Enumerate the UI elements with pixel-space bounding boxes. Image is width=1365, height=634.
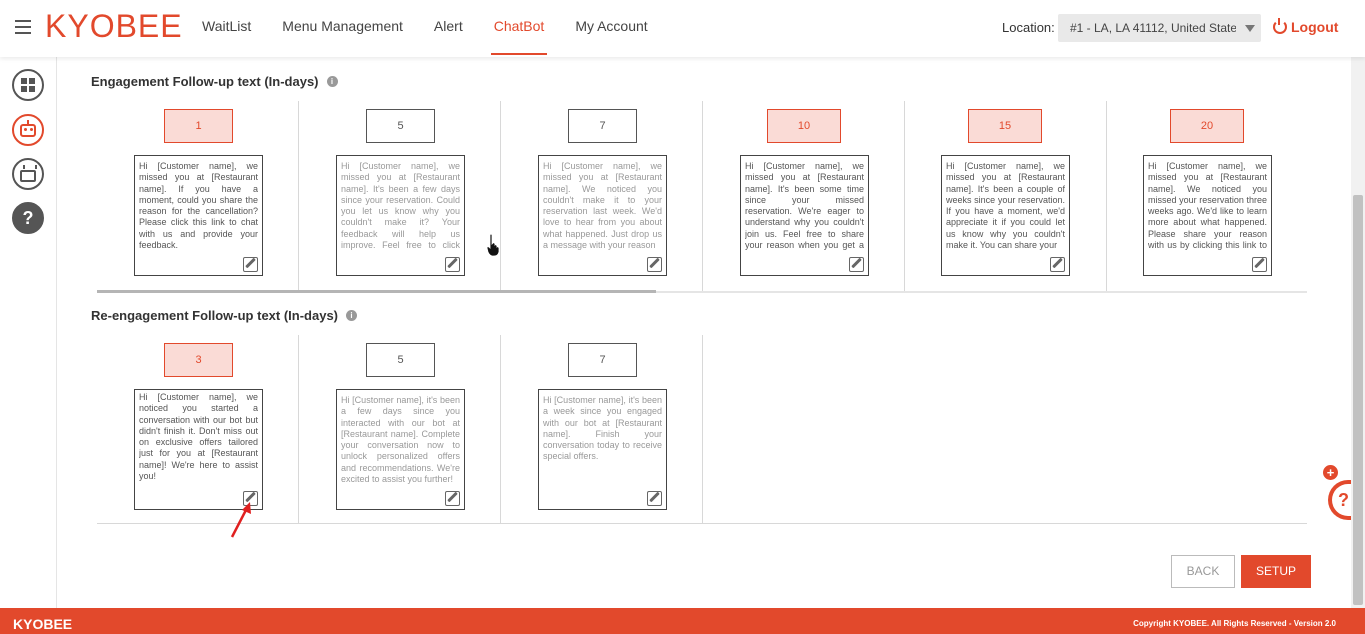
footer-logo: KYOBEE xyxy=(13,616,73,632)
message-text: Hi [Customer name], we missed you at [Re… xyxy=(1148,161,1267,251)
engagement-cell-3: 7 Hi [Customer name], we missed you at [… xyxy=(501,101,703,291)
engagement-cell-1: 1 Hi [Customer name], we missed you at [… xyxy=(97,101,299,291)
message-textarea[interactable]: Hi [Customer name], it's been a few days… xyxy=(336,389,465,510)
engagement-title-text: Engagement Follow-up text (In-days) xyxy=(91,74,319,89)
engagement-cell-4: 10 Hi [Customer name], we missed you at … xyxy=(703,101,905,291)
vertical-scrollbar[interactable] xyxy=(1351,57,1365,608)
day-input[interactable]: 7 xyxy=(568,109,637,143)
day-input[interactable]: 15 xyxy=(968,109,1042,143)
logout-label: Logout xyxy=(1291,19,1339,35)
location-value: #1 - LA, LA 41112, United States xyxy=(1070,21,1236,35)
message-textarea[interactable]: Hi [Customer name], we missed you at [Re… xyxy=(134,155,263,276)
message-textarea[interactable]: Hi [Customer name], we missed you at [Re… xyxy=(538,155,667,276)
day-input[interactable]: 5 xyxy=(366,109,435,143)
page-footer: KYOBEE Copyright KYOBEE. All Rights Rese… xyxy=(0,608,1365,634)
location-select[interactable]: #1 - LA, LA 41112, United States xyxy=(1058,14,1261,42)
message-text: Hi [Customer name], we noticed you start… xyxy=(139,392,258,482)
message-textarea[interactable]: Hi [Customer name], we missed you at [Re… xyxy=(336,155,465,276)
reengagement-cell-1: 3 Hi [Customer name], we noticed you sta… xyxy=(97,335,299,523)
edit-icon[interactable] xyxy=(849,257,864,272)
reengagement-cell-3: 7 Hi [Customer name], it's been a week s… xyxy=(501,335,703,523)
edit-icon[interactable] xyxy=(445,257,460,272)
message-textarea[interactable]: Hi [Customer name], we missed you at [Re… xyxy=(740,155,869,276)
nav-menu-management[interactable]: Menu Management xyxy=(270,0,415,57)
engagement-cell-6: 20 Hi [Customer name], we missed you at … xyxy=(1107,101,1309,291)
day-input[interactable]: 3 xyxy=(164,343,233,377)
message-text: Hi [Customer name], we missed you at [Re… xyxy=(139,161,258,251)
footer-copyright: Copyright KYOBEE. All Rights Reserved - … xyxy=(1133,619,1336,628)
day-input[interactable]: 5 xyxy=(366,343,435,377)
scrollbar-thumb[interactable] xyxy=(1353,195,1363,605)
info-icon[interactable]: i xyxy=(326,76,338,87)
message-text: Hi [Customer name], we missed you at [Re… xyxy=(745,161,864,251)
engagement-section-title: Engagement Follow-up text (In-days) i xyxy=(91,74,338,89)
cake-icon[interactable] xyxy=(12,158,44,190)
back-button[interactable]: BACK xyxy=(1171,555,1235,588)
message-textarea[interactable]: Hi [Customer name], we noticed you start… xyxy=(134,389,263,510)
chat-help-glyph: ? xyxy=(1338,490,1349,510)
location-label: Location: xyxy=(1002,20,1055,35)
message-text: Hi [Customer name], we missed you at [Re… xyxy=(543,161,662,251)
nav-alert[interactable]: Alert xyxy=(422,0,475,57)
message-textarea[interactable]: Hi [Customer name], we missed you at [Re… xyxy=(1143,155,1272,276)
edit-icon[interactable] xyxy=(647,257,662,272)
chat-plus-icon[interactable]: + xyxy=(1323,465,1338,480)
edit-icon[interactable] xyxy=(445,491,460,506)
hamburger-menu-icon[interactable] xyxy=(15,20,31,34)
chevron-down-icon xyxy=(1245,25,1255,32)
main-nav: WaitList Menu Management Alert ChatBot M… xyxy=(190,0,667,57)
message-text: Hi [Customer name], it's been a week sin… xyxy=(543,395,662,462)
edit-icon[interactable] xyxy=(1050,257,1065,272)
logout-button[interactable]: Logout xyxy=(1273,18,1339,35)
chatbot-robot-icon[interactable] xyxy=(12,114,44,146)
top-header: KYOBEE WaitList Menu Management Alert Ch… xyxy=(0,0,1365,57)
setup-button[interactable]: SETUP xyxy=(1241,555,1311,588)
edit-icon[interactable] xyxy=(243,257,258,272)
engagement-cell-2: 5 Hi [Customer name], we missed you at [… xyxy=(299,101,501,291)
brand-logo[interactable]: KYOBEE xyxy=(45,8,183,45)
reengagement-title-text: Re-engagement Follow-up text (In-days) xyxy=(91,308,339,323)
message-text: Hi [Customer name], we missed you at [Re… xyxy=(341,161,460,251)
section-divider xyxy=(97,523,1307,524)
day-input[interactable]: 1 xyxy=(164,109,233,143)
reengagement-cell-2: 5 Hi [Customer name], it's been a few da… xyxy=(299,335,501,523)
reengagement-section-title: Re-engagement Follow-up text (In-days) i xyxy=(91,308,358,323)
nav-waitlist[interactable]: WaitList xyxy=(190,0,263,57)
message-textarea[interactable]: Hi [Customer name], it's been a week sin… xyxy=(538,389,667,510)
edit-icon[interactable] xyxy=(1252,257,1267,272)
edit-icon[interactable] xyxy=(647,491,662,506)
info-icon[interactable]: i xyxy=(346,310,358,321)
hand-cursor-icon xyxy=(486,233,500,257)
nav-chatbot[interactable]: ChatBot xyxy=(482,0,557,57)
annotation-arrow-icon xyxy=(230,502,251,538)
day-input[interactable]: 10 xyxy=(767,109,841,143)
left-sidebar: ? xyxy=(0,57,57,608)
message-text: Hi [Customer name], we missed you at [Re… xyxy=(946,161,1065,251)
day-input[interactable]: 20 xyxy=(1170,109,1244,143)
engagement-cell-5: 15 Hi [Customer name], we missed you at … xyxy=(905,101,1107,291)
power-icon xyxy=(1273,18,1287,34)
message-textarea[interactable]: Hi [Customer name], we missed you at [Re… xyxy=(941,155,1070,276)
message-text: Hi [Customer name], it's been a few days… xyxy=(341,395,460,485)
day-input[interactable]: 7 xyxy=(568,343,637,377)
horizontal-scrollbar[interactable] xyxy=(97,290,656,293)
dashboard-icon[interactable] xyxy=(12,69,44,101)
help-icon[interactable]: ? xyxy=(12,202,44,234)
nav-my-account[interactable]: My Account xyxy=(563,0,659,57)
